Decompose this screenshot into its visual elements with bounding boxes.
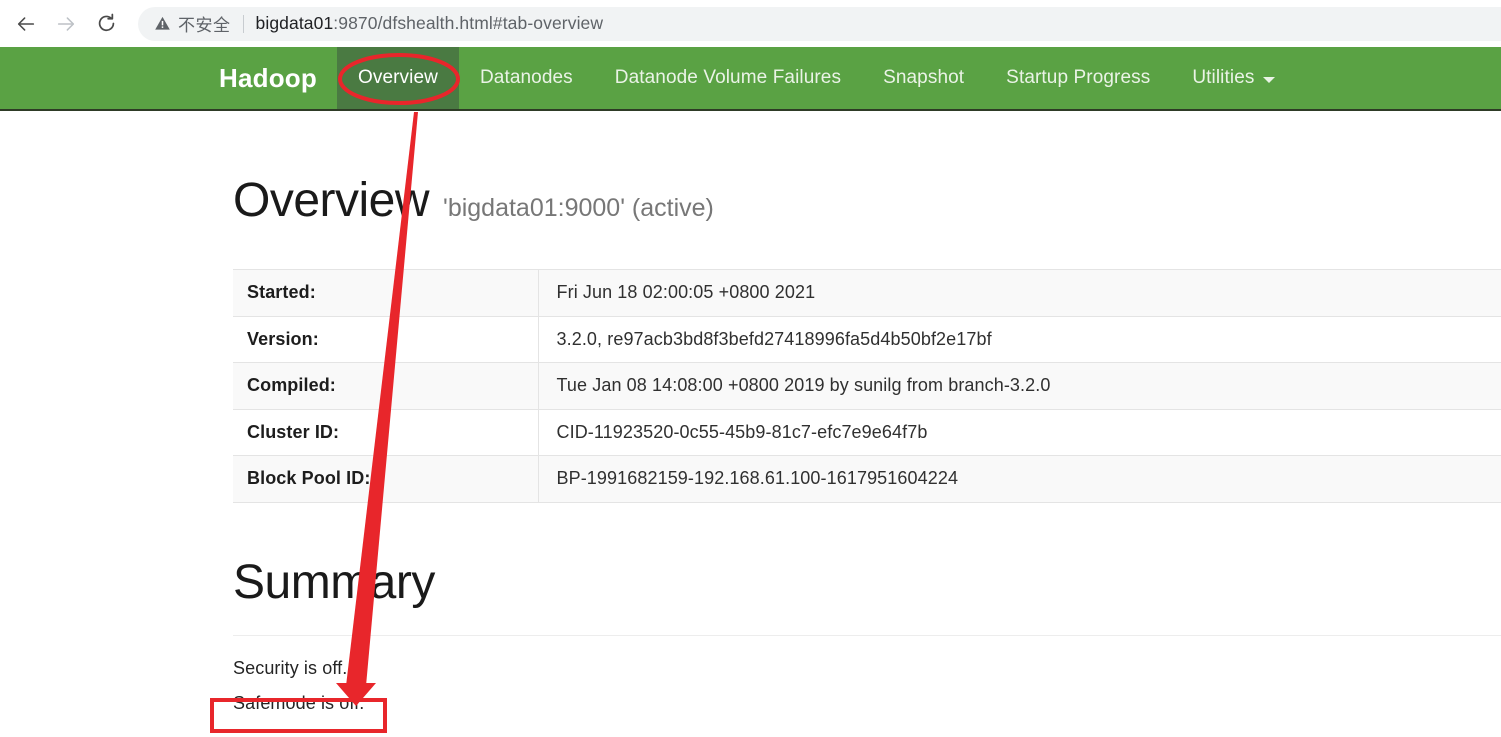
table-row: Started: Fri Jun 18 02:00:05 +0800 2021: [233, 269, 1501, 317]
safemode-status-text: Safemode is off.: [233, 692, 365, 713]
arrow-left-icon: [17, 16, 35, 31]
tab-datanode-volume-failures-label: Datanode Volume Failures: [614, 67, 842, 88]
page-content: Overview 'bigdata01:9000' (active) Starte…: [233, 113, 1501, 714]
tab-overview-label: Overview: [357, 67, 438, 88]
summary-divider: [233, 634, 1501, 636]
row-value: Fri Jun 18 02:00:05 +0800 2021: [538, 269, 1501, 317]
table-row: Cluster ID: CID-11923520-0c55-45b9-81c7-…: [233, 409, 1501, 456]
brand-hadoop[interactable]: Hadoop: [219, 47, 337, 109]
row-value: BP-1991682159-192.168.61.100-16179516042…: [538, 455, 1501, 503]
security-status-label: 不安全: [178, 16, 231, 35]
tab-datanodes[interactable]: Datanodes: [459, 47, 594, 109]
security-status-text: Security is off.: [233, 657, 348, 678]
back-button[interactable]: [8, 6, 44, 42]
tab-startup-progress-label: Startup Progress: [1006, 67, 1151, 88]
omnibox-divider: [242, 14, 244, 33]
cluster-info-table: Started: Fri Jun 18 02:00:05 +0800 2021 …: [233, 269, 1501, 503]
chevron-down-icon: [1263, 76, 1276, 83]
row-key: Cluster ID:: [233, 409, 539, 456]
tab-datanodes-label: Datanodes: [479, 67, 573, 88]
summary-heading: Summary: [233, 555, 435, 609]
tab-utilities-label: Utilities: [1192, 67, 1255, 88]
tab-snapshot-label: Snapshot: [883, 67, 965, 88]
page-subtitle: 'bigdata01:9000' (active): [443, 194, 714, 222]
address-bar[interactable]: 不安全 bigdata01:9870/dfshealth.html#tab-ov…: [138, 6, 1501, 41]
forward-button[interactable]: [48, 6, 84, 42]
tab-utilities[interactable]: Utilities: [1171, 47, 1296, 109]
tab-datanode-volume-failures[interactable]: Datanode Volume Failures: [594, 47, 862, 109]
reload-button[interactable]: [88, 6, 124, 42]
browser-toolbar: 不安全 bigdata01:9870/dfshealth.html#tab-ov…: [0, 0, 1501, 47]
row-key: Compiled:: [233, 362, 539, 410]
tab-snapshot[interactable]: Snapshot: [862, 47, 985, 109]
url-path: :9870/dfshealth.html#tab-overview: [333, 13, 604, 33]
row-value: 3.2.0, re97acb3bd8f3befd27418996fa5d4b50…: [538, 316, 1501, 363]
row-key: Version:: [233, 316, 539, 363]
table-row: Block Pool ID: BP-1991682159-192.168.61.…: [233, 455, 1501, 503]
row-key: Started:: [233, 269, 539, 317]
url-host: bigdata01: [255, 13, 334, 33]
warning-triangle-icon: [155, 16, 170, 30]
hadoop-navbar: Hadoop Overview Datanodes Datanode Volum…: [0, 47, 1501, 111]
table-row: Compiled: Tue Jan 08 14:08:00 +0800 2019…: [233, 362, 1501, 410]
navbar-items: Hadoop Overview Datanodes Datanode Volum…: [219, 47, 1296, 109]
tab-overview[interactable]: Overview: [336, 47, 459, 109]
page-title-text: Overview: [233, 174, 430, 227]
reload-icon: [98, 13, 114, 32]
row-value: CID-11923520-0c55-45b9-81c7-efc7e9e64f7b: [538, 409, 1501, 456]
row-key: Block Pool ID:: [233, 455, 539, 503]
page-title: Overview 'bigdata01:9000' (active): [233, 177, 1501, 225]
arrow-right-icon: [57, 16, 75, 31]
browser-window: 不安全 bigdata01:9870/dfshealth.html#tab-ov…: [0, 0, 1501, 737]
row-value: Tue Jan 08 14:08:00 +0800 2019 by sunilg…: [538, 362, 1501, 410]
table-row: Version: 3.2.0, re97acb3bd8f3befd2741899…: [233, 316, 1501, 363]
tab-startup-progress[interactable]: Startup Progress: [985, 47, 1171, 109]
url-text: bigdata01:9870/dfshealth.html#tab-overvi…: [256, 13, 604, 34]
